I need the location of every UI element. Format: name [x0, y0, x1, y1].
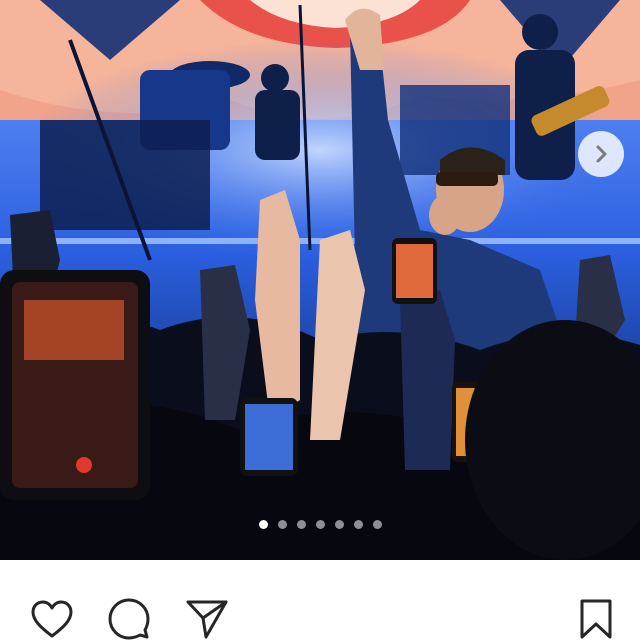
- next-slide-button[interactable]: [578, 131, 624, 177]
- post-media-carousel[interactable]: [0, 0, 640, 560]
- chevron-right-icon: [596, 145, 607, 163]
- comment-button[interactable]: [106, 596, 152, 640]
- carousel-dot: [334, 519, 344, 529]
- heart-icon: [31, 600, 73, 638]
- carousel-dot: [258, 519, 268, 529]
- carousel-dot: [372, 519, 382, 529]
- carousel-dot: [277, 519, 287, 529]
- bookmark-icon: [580, 599, 612, 639]
- paper-plane-icon: [186, 600, 228, 639]
- carousel-dot: [353, 519, 363, 529]
- concert-photo: [0, 0, 640, 560]
- save-button[interactable]: [573, 596, 619, 640]
- carousel-dot: [315, 519, 325, 529]
- carousel-dot: [296, 519, 306, 529]
- instagram-post: [0, 0, 640, 640]
- carousel-indicator: [0, 516, 640, 532]
- post-action-bar: [0, 560, 640, 640]
- like-button[interactable]: [29, 596, 75, 640]
- share-button[interactable]: [184, 596, 230, 640]
- comment-bubble-icon: [108, 598, 150, 640]
